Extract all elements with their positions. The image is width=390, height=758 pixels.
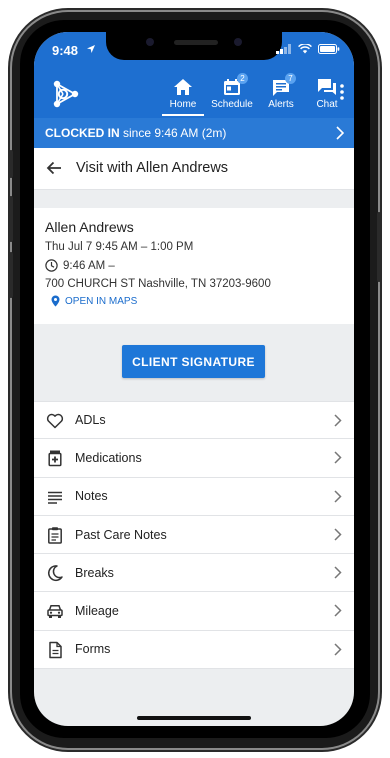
clipboard-icon — [48, 527, 62, 544]
camera-dot — [146, 38, 154, 46]
back-arrow-icon[interactable] — [46, 161, 62, 175]
open-in-maps-link[interactable]: OPEN IN MAPS — [45, 295, 343, 307]
chevron-right-icon — [334, 643, 342, 656]
app-header: 9:48 Home 2 Schedule 7 Alerts Chat CLOCK… — [34, 32, 354, 148]
status-bar: 9:48 — [34, 32, 354, 70]
home-icon — [174, 79, 192, 95]
client-name: Allen Andrews — [45, 219, 134, 235]
menu-item-label: Medications — [75, 450, 142, 465]
menu-item-breaks[interactable]: Breaks — [34, 554, 354, 593]
volume-down-button — [9, 252, 13, 298]
chevron-right-icon — [334, 451, 342, 464]
chevron-right-icon — [336, 126, 344, 140]
more-vertical-icon[interactable] — [340, 84, 344, 100]
page-title: Visit with Allen Andrews — [76, 160, 229, 176]
side-button — [9, 150, 13, 178]
app-logo-icon[interactable] — [48, 78, 80, 110]
menu-item-label: Past Care Notes — [75, 527, 167, 542]
signal-icon — [276, 44, 291, 54]
clocked-in-bar[interactable]: CLOCKED IN since 9:46 AM (2m) — [34, 118, 354, 148]
chevron-right-icon — [334, 604, 342, 618]
chat-icon — [318, 79, 336, 95]
document-icon — [49, 641, 62, 659]
nav-home-label: Home — [169, 99, 197, 110]
clock-in-time: 9:46 AM – — [63, 259, 115, 272]
moon-icon — [48, 565, 63, 582]
wifi-icon — [298, 44, 312, 54]
menu-item-label: ADLs — [75, 413, 106, 428]
car-icon — [47, 605, 63, 619]
menu-item-label: Forms — [75, 642, 111, 657]
alerts-badge: 7 — [285, 73, 296, 84]
open-in-maps-label: OPEN IN MAPS — [65, 295, 138, 307]
nav-chat-label: Chat — [316, 99, 338, 110]
speaker-grille — [174, 40, 218, 45]
battery-icon — [318, 44, 340, 54]
sensor-dot — [234, 38, 242, 46]
client-signature-button[interactable]: CLIENT SIGNATURE — [122, 345, 265, 378]
chevron-right-icon — [334, 414, 342, 427]
status-time: 9:48 — [52, 43, 79, 58]
clock-icon — [45, 259, 58, 272]
menu-item-label: Breaks — [75, 565, 114, 580]
visit-menu-list: ADLs Medications Notes Past Care Notes B… — [34, 401, 354, 670]
title-bar: Visit with Allen Andrews — [34, 148, 354, 190]
menu-item-label: Notes — [75, 489, 108, 504]
menu-item-notes[interactable]: Notes — [34, 478, 354, 516]
home-indicator[interactable] — [137, 716, 251, 720]
nav-schedule-label: Schedule — [211, 99, 253, 110]
visit-schedule: Thu Jul 7 9:45 AM – 1:00 PM — [45, 241, 194, 253]
location-arrow-icon — [87, 45, 95, 53]
medication-icon — [48, 450, 62, 467]
volume-up-button — [9, 196, 13, 242]
chevron-right-icon — [334, 490, 342, 503]
menu-item-mileage[interactable]: Mileage — [34, 592, 354, 631]
status-icons — [276, 44, 340, 54]
menu-item-past-care-notes[interactable]: Past Care Notes — [34, 516, 354, 555]
clocked-in-since: since 9:46 AM (2m) — [119, 126, 227, 140]
clock-in-row: 9:46 AM – — [45, 259, 343, 272]
power-button — [377, 212, 381, 282]
chevron-right-icon — [334, 528, 342, 541]
notes-icon — [48, 491, 62, 504]
menu-item-medications[interactable]: Medications — [34, 439, 354, 478]
visit-details-card: Allen Andrews Thu Jul 7 9:45 AM – 1:00 P… — [34, 208, 354, 324]
clocked-in-status: CLOCKED IN — [45, 126, 120, 140]
menu-item-label: Mileage — [75, 604, 119, 619]
menu-item-adls[interactable]: ADLs — [34, 401, 354, 440]
client-address: 700 CHURCH ST Nashville, TN 37203-9600 — [45, 278, 271, 290]
nav-schedule[interactable]: 2 Schedule — [206, 73, 258, 114]
top-nav: Home 2 Schedule 7 Alerts Chat — [160, 73, 350, 116]
schedule-badge: 2 — [237, 73, 248, 84]
map-pin-icon — [51, 295, 60, 307]
heart-icon — [46, 413, 64, 429]
phone-notch — [106, 32, 282, 60]
nav-alerts-label: Alerts — [268, 99, 294, 110]
nav-home[interactable]: Home — [160, 74, 206, 116]
chevron-right-icon — [334, 566, 342, 579]
menu-item-forms[interactable]: Forms — [34, 631, 354, 670]
app-screen: 9:48 Home 2 Schedule 7 Alerts Chat CLOCK… — [34, 32, 354, 726]
nav-alerts[interactable]: 7 Alerts — [258, 73, 304, 114]
